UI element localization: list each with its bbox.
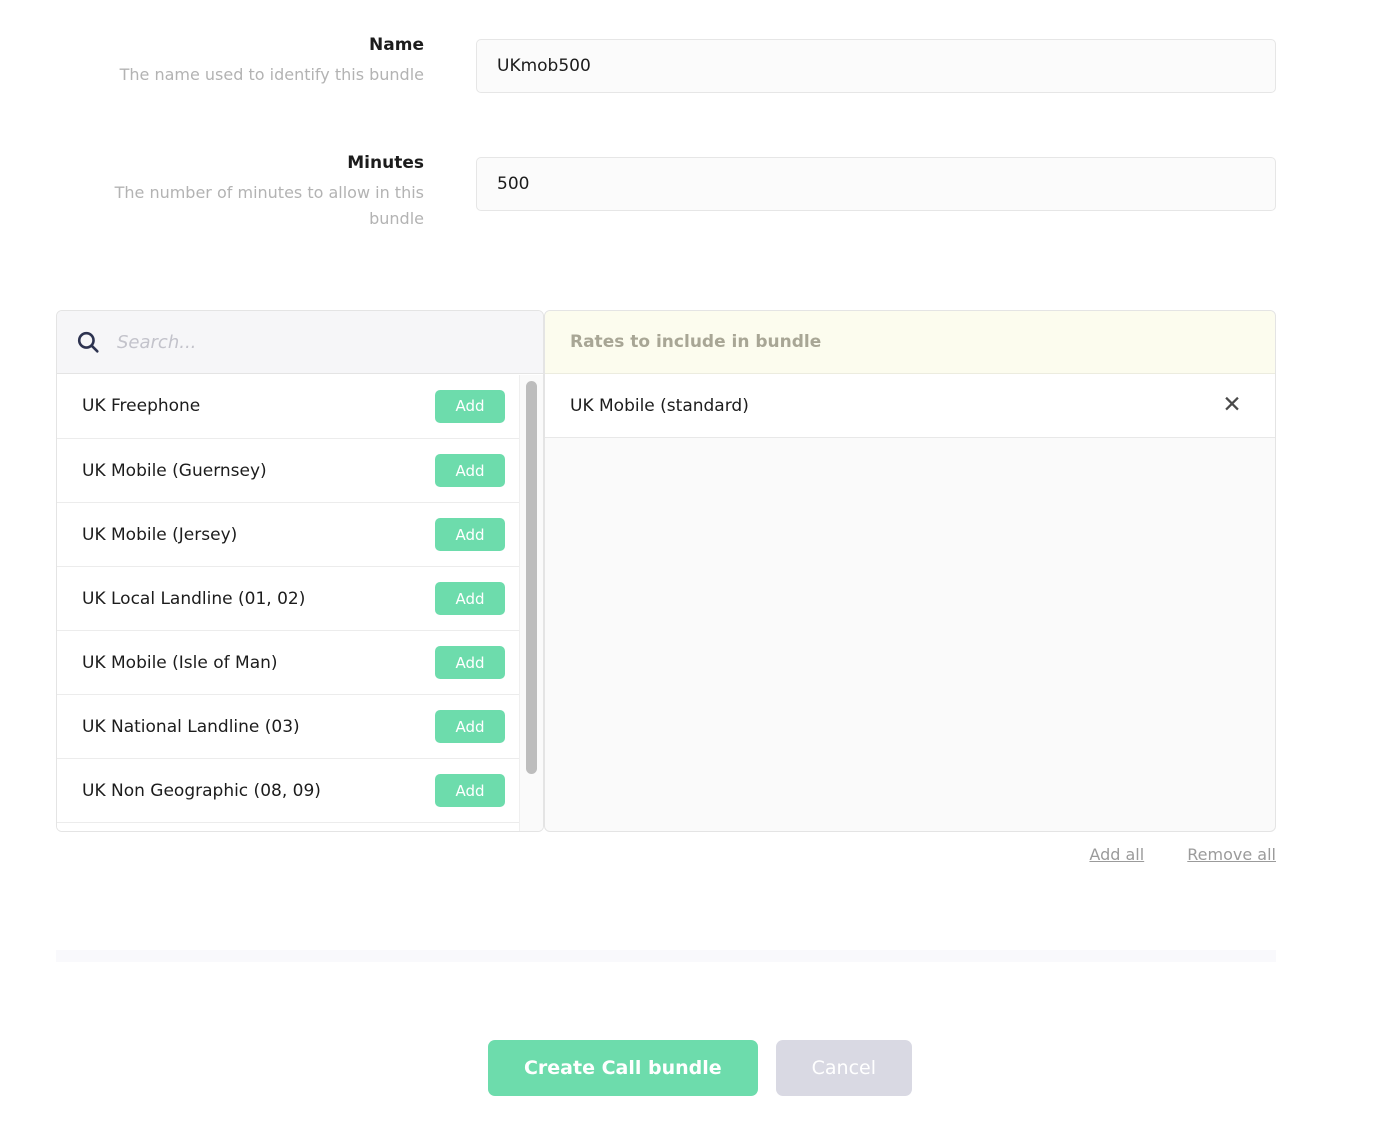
remove-all-link[interactable]: Remove all xyxy=(1187,845,1276,864)
selected-rates-list: UK Mobile (standard) ✕ xyxy=(545,374,1275,438)
available-rate-row: UK Mobile (Isle of Man) Add xyxy=(57,630,521,694)
name-help-text: The name used to identify this bundle xyxy=(119,65,424,84)
available-rate-row-partial xyxy=(57,822,521,831)
call-bundle-form-page: Name The name used to identify this bund… xyxy=(0,0,1400,1128)
available-rate-row: UK National Landline (03) Add xyxy=(57,694,521,758)
add-all-link[interactable]: Add all xyxy=(1089,845,1144,864)
available-rate-row: UK Local Landline (01, 02) Add xyxy=(57,566,521,630)
bulk-actions: Add all Remove all xyxy=(56,845,1276,864)
minutes-label-block: Minutes The number of minutes to allow i… xyxy=(60,152,424,232)
available-rate-row: UK Non Geographic (08, 09) Add xyxy=(57,758,521,822)
available-rate-name: UK National Landline (03) xyxy=(82,716,300,737)
available-rate-row: UK Freephone Add xyxy=(57,374,521,438)
available-rate-name: UK Non Geographic (08, 09) xyxy=(82,780,321,801)
remove-rate-icon[interactable]: ✕ xyxy=(1219,393,1245,419)
name-label: Name xyxy=(369,35,424,55)
add-rate-button[interactable]: Add xyxy=(435,518,505,551)
available-rates-scroll-area: UK Freephone Add UK Mobile (Guernsey) Add UK… xyxy=(57,374,543,831)
selected-rates-panel: Rates to include in bundle UK Mobile (st… xyxy=(544,310,1276,832)
name-input[interactable] xyxy=(476,39,1276,93)
available-rate-row: UK Mobile (Guernsey) Add xyxy=(57,438,521,502)
rates-dual-list-picker: UK FreephoneAddUK Mobile (Guernsey)AddUK… xyxy=(56,310,1276,832)
add-rate-button[interactable]: Add xyxy=(435,710,505,743)
minutes-input[interactable] xyxy=(476,157,1276,211)
search-input[interactable] xyxy=(115,330,525,354)
name-label-block: Name The name used to identify this bund… xyxy=(60,34,424,88)
available-rate-name: UK Mobile (Guernsey) xyxy=(82,460,267,481)
add-rate-button[interactable]: Add xyxy=(435,454,505,487)
search-icon xyxy=(75,329,101,355)
available-rates-panel: UK FreephoneAddUK Mobile (Guernsey)AddUK… xyxy=(56,310,544,832)
minutes-help-text: The number of minutes to allow in this b… xyxy=(114,183,424,228)
selected-rate-name: UK Mobile (standard) xyxy=(570,395,749,416)
available-rates-list: UK Freephone Add UK Mobile (Guernsey) Add UK… xyxy=(57,374,521,831)
add-rate-button[interactable]: Add xyxy=(435,389,505,423)
selected-rates-header: Rates to include in bundle xyxy=(545,311,1275,374)
section-divider xyxy=(56,950,1276,962)
cancel-button[interactable]: Cancel xyxy=(775,1040,913,1096)
form-footer: Create Call bundle Cancel xyxy=(0,1040,1400,1096)
available-rate-name: UK Local Landline (01, 02) xyxy=(82,588,306,609)
create-call-bundle-button[interactable]: Create Call bundle xyxy=(487,1040,758,1096)
available-rate-name: UK Mobile (Jersey) xyxy=(82,524,238,545)
add-rate-button[interactable]: Add xyxy=(435,582,505,615)
available-rate-name: UK Mobile (Isle of Man) xyxy=(82,652,278,673)
available-rates-scrollbar[interactable] xyxy=(519,375,543,831)
search-bar xyxy=(57,311,543,374)
add-rate-button[interactable]: Add xyxy=(435,646,505,679)
available-rate-row: UK Mobile (Jersey) Add xyxy=(57,502,521,566)
add-rate-button[interactable]: Add xyxy=(435,774,505,807)
minutes-label: Minutes xyxy=(347,153,424,173)
available-rate-name: UK Freephone xyxy=(82,396,201,416)
scrollbar-thumb[interactable] xyxy=(526,381,537,774)
selected-rate-row: UK Mobile (standard) ✕ xyxy=(545,374,1275,438)
